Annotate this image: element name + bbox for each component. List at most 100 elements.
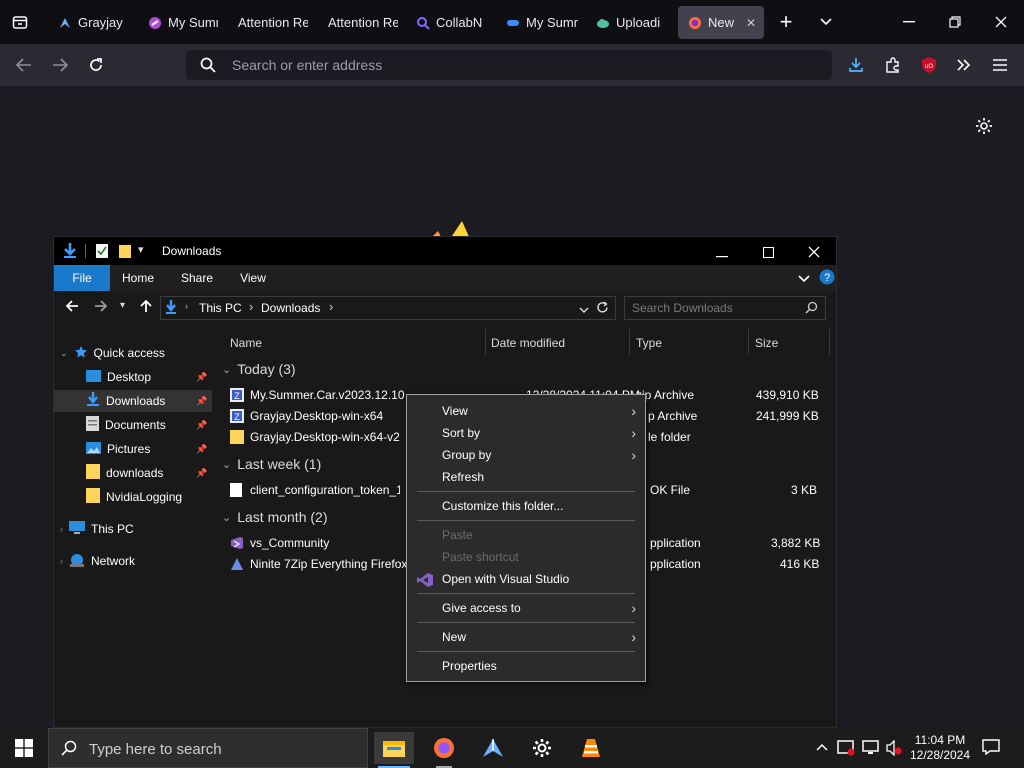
tab-grayjay[interactable]: Grayjay [48,6,136,39]
restore-window-icon[interactable] [942,9,968,35]
grayjay-taskbar-icon[interactable] [473,732,513,764]
tab-attention-2[interactable]: Attention Re [318,6,398,39]
security-tray-icon[interactable] [837,740,855,759]
close-window-icon[interactable] [988,9,1014,35]
ribbon-tab-view[interactable]: View [228,265,278,291]
nav-this-pc[interactable]: › This PC [60,518,210,540]
sidebar-item-documents[interactable]: Documents 📌 [54,414,212,436]
collapse-chevron-icon[interactable]: ⌄ [222,458,231,471]
menu-item-new[interactable]: New › [408,626,644,648]
close-icon[interactable] [808,245,820,263]
tab-my-summer[interactable]: My Sumr [138,6,218,39]
collapse-chevron-icon[interactable]: ⌄ [222,511,231,524]
more-tools-chevrons-icon[interactable] [951,52,977,78]
breadcrumb[interactable]: › This PC › Downloads › [160,296,616,320]
search-icon [61,740,77,761]
firefox-taskbar-icon[interactable] [424,732,464,768]
search-input[interactable] [632,297,802,319]
taskbar-search-input[interactable] [89,739,359,759]
help-icon[interactable]: ? [819,269,835,290]
sidebar-item-pictures[interactable]: Pictures 📌 [54,438,212,460]
refresh-icon[interactable] [596,301,609,319]
recent-locations-chevron-down-icon[interactable]: ▾ [120,300,125,311]
column-divider[interactable] [829,329,830,355]
nav-network[interactable]: › Network [60,550,210,572]
volume-muted-icon[interactable] [886,739,902,759]
reload-icon[interactable] [83,52,109,78]
maximize-icon[interactable] [762,245,775,263]
expand-chevron-icon[interactable]: › [60,556,63,566]
taskbar-search-box[interactable] [48,728,368,768]
new-folder-icon[interactable] [118,243,132,264]
tab-attention-1[interactable]: Attention Re [228,6,308,39]
show-hidden-icons-chevron-up-icon[interactable] [816,738,828,754]
menu-item-sort-by[interactable]: Sort by › [408,422,644,444]
back-arrow-icon[interactable] [11,52,37,78]
windows-start-icon[interactable] [4,732,44,764]
hamburger-menu-icon[interactable] [987,52,1013,78]
address-history-chevron-down-icon[interactable] [579,301,589,319]
menu-item-customize-folder[interactable]: Customize this folder... [408,495,644,517]
column-divider[interactable] [748,329,749,355]
new-tab-icon[interactable]: + [773,9,799,35]
ribbon-tab-home[interactable]: Home [112,265,164,291]
sidebar-item-desktop[interactable]: Desktop 📌 [54,366,212,388]
menu-item-view[interactable]: View › [408,400,644,422]
settings-gear-taskbar-icon[interactable] [522,732,562,764]
address-input[interactable] [232,50,792,80]
breadcrumb-separator-icon: › [249,299,254,314]
properties-icon[interactable] [95,243,109,264]
column-divider[interactable] [485,329,486,355]
breadcrumb-this-pc[interactable]: This PC [199,301,242,315]
collapse-chevron-icon[interactable]: ⌄ [60,348,68,359]
close-tab-icon[interactable]: ✕ [746,16,756,30]
menu-item-refresh[interactable]: Refresh [408,466,644,488]
sidebar-item-nvidialogging[interactable]: NvidiaLogging [54,486,212,508]
extensions-puzzle-icon[interactable] [880,52,906,78]
up-arrow-icon[interactable] [140,299,152,318]
quick-access-toolbar-dropdown-icon[interactable]: ▾ [138,243,144,256]
search-downloads-box[interactable] [624,296,826,320]
column-header-date-modified[interactable]: Date modified [491,331,565,355]
column-divider[interactable] [629,329,630,355]
tab-collabn[interactable]: CollabN [406,6,488,39]
notifications-icon[interactable] [982,739,1000,758]
ribbon-tab-share[interactable]: Share [170,265,224,291]
ribbon-tab-file[interactable]: File [54,265,110,291]
vlc-taskbar-icon[interactable] [571,732,611,764]
column-header-name[interactable]: Name [230,331,262,355]
gear-icon[interactable] [971,113,997,139]
breadcrumb-downloads[interactable]: Downloads [261,301,320,315]
downloads-icon[interactable] [843,52,869,78]
firefox-view-icon[interactable] [7,9,33,35]
column-header-size[interactable]: Size [755,331,778,355]
minimize-icon[interactable] [716,245,728,263]
group-header-last-week[interactable]: ⌄ Last week (1) [222,453,321,475]
system-clock[interactable]: 11:04 PM 12/28/2024 [908,733,972,763]
file-explorer-taskbar-icon[interactable] [374,732,414,768]
group-header-last-month[interactable]: ⌄ Last month (2) [222,506,327,528]
expand-ribbon-chevron-down-icon[interactable] [798,270,810,288]
forward-arrow-icon[interactable] [94,299,108,318]
collapse-chevron-icon[interactable]: ⌄ [222,363,231,376]
group-header-today[interactable]: ⌄ Today (3) [222,358,296,380]
back-arrow-icon[interactable] [65,299,79,318]
tab-uploading[interactable]: Uploadi [586,6,668,39]
expand-chevron-icon[interactable]: › [60,524,63,534]
ublock-origin-icon[interactable]: uO [916,52,942,78]
nav-quick-access[interactable]: ⌄ Quick access [60,342,210,364]
sidebar-item-downloads[interactable]: Downloads 📌 [54,390,212,412]
tab-my-summer-2[interactable]: My Sumr [496,6,578,39]
menu-item-open-with-visual-studio[interactable]: Open with Visual Studio [408,568,644,590]
minimize-window-icon[interactable] [896,9,922,35]
forward-arrow-icon[interactable] [47,52,73,78]
menu-item-properties[interactable]: Properties [408,655,644,677]
menu-item-group-by[interactable]: Group by › [408,444,644,466]
column-header-type[interactable]: Type [636,331,662,355]
menu-item-give-access-to[interactable]: Give access to › [408,597,644,619]
list-tabs-chevron-down-icon[interactable] [813,9,839,35]
sidebar-item-downloads-folder[interactable]: downloads 📌 [54,462,212,484]
tab-new-active[interactable]: New ✕ [678,6,764,39]
address-bar[interactable] [186,50,832,80]
network-tray-icon[interactable] [862,740,880,759]
